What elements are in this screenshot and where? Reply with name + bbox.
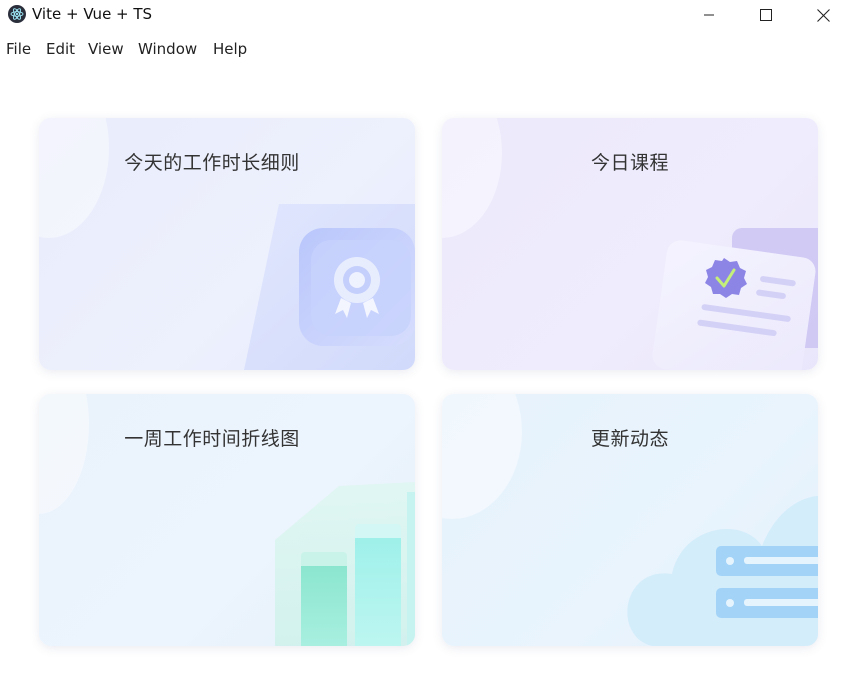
menu-help[interactable]: Help xyxy=(213,40,247,58)
menu-view[interactable]: View xyxy=(88,40,124,58)
electron-app-icon xyxy=(8,5,26,23)
decor-blob xyxy=(442,394,522,519)
close-icon xyxy=(816,8,830,22)
bar-chart-icon xyxy=(275,482,415,646)
card-title: 今天的工作时长细则 xyxy=(124,152,300,174)
card-weekly-work-chart[interactable]: 一周工作时间折线图 xyxy=(39,394,415,646)
certificate-document-icon xyxy=(652,228,818,370)
card-today-courses[interactable]: 今日课程 xyxy=(442,118,818,370)
menu-window[interactable]: Window xyxy=(138,40,197,58)
cloud-server-icon xyxy=(627,496,818,646)
title-bar: Vite + Vue + TS xyxy=(0,0,852,30)
maximize-icon xyxy=(760,9,772,21)
minimize-button[interactable] xyxy=(680,0,738,30)
menu-bar: File Edit View Window Help xyxy=(0,38,852,62)
decor-blob xyxy=(39,118,109,238)
award-medal-icon xyxy=(244,204,415,370)
minimize-icon xyxy=(704,14,714,16)
card-title: 一周工作时间折线图 xyxy=(124,428,300,450)
decor-blob xyxy=(39,394,89,514)
menu-edit[interactable]: Edit xyxy=(46,40,75,58)
card-title: 今日课程 xyxy=(590,152,669,174)
card-updates[interactable]: 更新动态 xyxy=(442,394,818,646)
card-title: 更新动态 xyxy=(590,428,669,450)
maximize-button[interactable] xyxy=(737,0,795,30)
menu-file[interactable]: File xyxy=(6,40,31,58)
card-work-hours-detail[interactable]: 今天的工作时长细则 xyxy=(39,118,415,370)
decor-blob xyxy=(442,118,502,238)
window-title: Vite + Vue + TS xyxy=(32,5,153,23)
close-button[interactable] xyxy=(794,0,852,30)
